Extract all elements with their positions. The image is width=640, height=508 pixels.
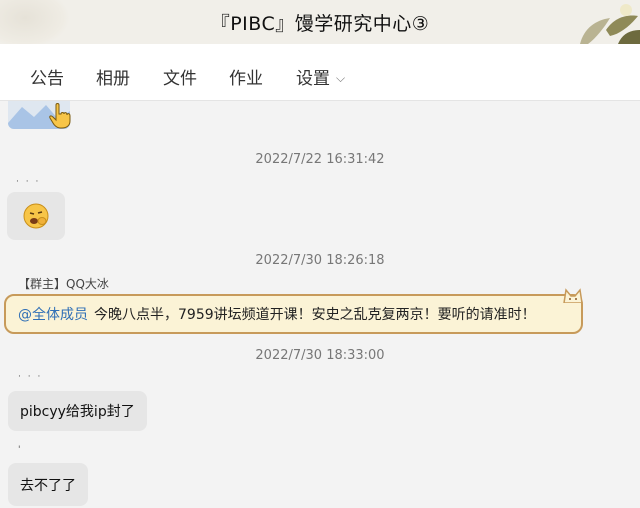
sender-name-dots: · · · xyxy=(18,372,43,382)
timestamp: 2022/7/30 18:33:00 xyxy=(255,348,385,363)
tab-files[interactable]: 文件 xyxy=(163,64,197,89)
chat-bubble[interactable]: pibcyy给我ip封了 xyxy=(8,391,147,431)
tab-album[interactable]: 相册 xyxy=(96,64,130,89)
cat-ears-icon xyxy=(563,288,583,303)
group-title: 『PIBC』馒学研究中心③ xyxy=(210,13,430,35)
title-bar: 『PIBC』馒学研究中心③ xyxy=(0,0,640,44)
mention-all[interactable]: @全体成员 xyxy=(18,304,88,324)
tab-settings[interactable]: 设置 ⌵ xyxy=(296,64,345,89)
tab-homework[interactable]: 作业 xyxy=(229,64,263,89)
sender-label: 【群主】QQ大冰 xyxy=(18,275,109,292)
sender-name[interactable]: QQ大冰 xyxy=(66,277,109,291)
sender-name-dots: · · · xyxy=(16,177,41,187)
timestamp: 2022/7/22 16:31:42 xyxy=(255,152,385,167)
pointing-hand-icon xyxy=(49,103,71,129)
group-tabs: 公告 相册 文件 作业 设置 ⌵ xyxy=(0,44,640,101)
chat-bubble[interactable]: 去不了了 xyxy=(8,463,88,506)
announcement-text: 今晚八点半，7959讲坛频道开课！安史之乱克复两京！要听的请准时！ xyxy=(94,307,536,323)
sender-name-dots: ' xyxy=(18,445,23,455)
announcement-message[interactable]: @全体成员 今晚八点半，7959讲坛频道开课！安史之乱克复两京！要听的请准时！ xyxy=(4,294,583,334)
tab-settings-label: 设置 xyxy=(296,69,330,89)
emoji-message[interactable] xyxy=(7,192,65,240)
yawning-face-icon xyxy=(23,203,49,229)
timestamp: 2022/7/30 18:26:18 xyxy=(255,253,385,268)
chevron-down-icon: ⌵ xyxy=(336,71,346,85)
chat-area[interactable]: 2022/7/22 16:31:42 · · · 2022/7/30 18:26… xyxy=(0,101,640,508)
sender-role: 【群主】 xyxy=(18,277,67,291)
tab-announcement[interactable]: 公告 xyxy=(30,64,64,89)
